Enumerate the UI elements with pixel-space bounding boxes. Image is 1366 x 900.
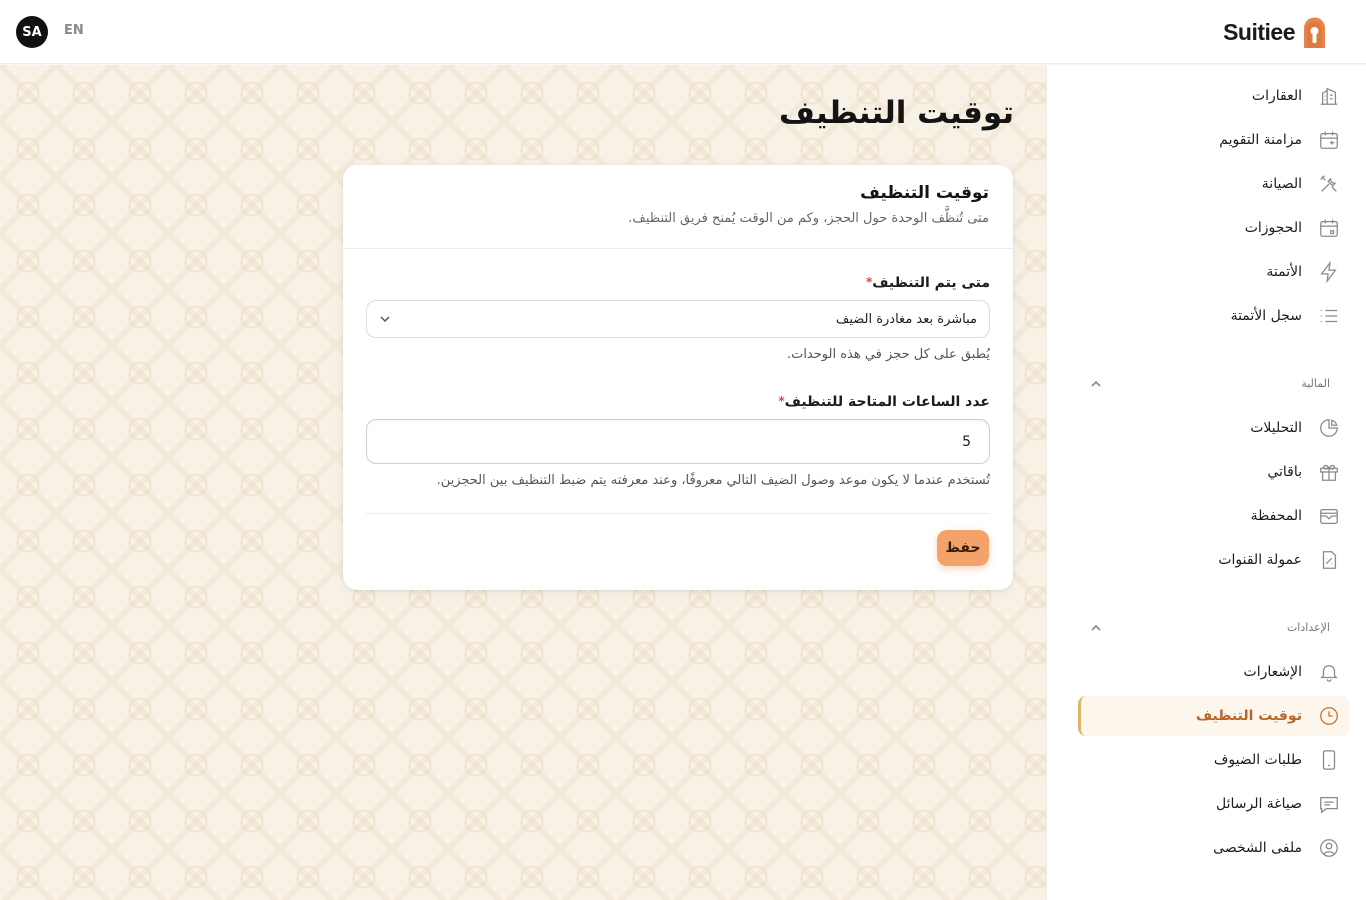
keyhole-logo-icon	[1304, 17, 1325, 48]
user-circle-icon	[1318, 837, 1340, 859]
card-body: متى يتم التنظيف* مباشرة بعد مغادرة الضيف…	[343, 249, 1013, 514]
sidebar-item-profile[interactable]: ملفى الشخصى	[1078, 828, 1350, 868]
sidebar-item-guest-requests[interactable]: طلبات الضيوف	[1078, 740, 1350, 780]
chevron-up-icon[interactable]	[1089, 376, 1103, 390]
sidebar-item-packages[interactable]: باقاتي	[1078, 452, 1350, 492]
sidebar-item-label: ملفى الشخصى	[1213, 840, 1302, 856]
sidebar-item-label: سجل الأتمتة	[1230, 308, 1302, 324]
chevron-up-icon[interactable]	[1089, 620, 1103, 634]
wallet-icon	[1318, 505, 1340, 527]
phone-icon	[1318, 749, 1340, 771]
sidebar-item-label: الصيانة	[1261, 176, 1302, 192]
calendar-icon	[1318, 217, 1340, 239]
cleaning-when-label-text: متى يتم التنظيف	[872, 275, 990, 291]
sidebar-item-label: الحجوزات	[1244, 220, 1302, 236]
sidebar-item-label: توقيت التنظيف	[1195, 708, 1302, 724]
cleaning-hours-value: 5	[962, 433, 971, 450]
sidebar-item-label: باقاتي	[1267, 464, 1302, 480]
user-avatar[interactable]: SA	[16, 16, 48, 48]
building-icon	[1318, 85, 1340, 107]
sidebar-item-properties[interactable]: العقارات	[1078, 76, 1350, 116]
sidebar-item-label: مزامنة التقويم	[1219, 132, 1302, 148]
cleaning-hours-helper: تُستخدم عندما لا يكون موعد وصول الضيف ال…	[436, 473, 990, 488]
card-subtitle: متى تُنظَّف الوحدة حول الحجز، وكم من الو…	[628, 211, 989, 226]
sidebar-item-label: العقارات	[1251, 88, 1302, 104]
sidebar-item-label: صياغة الرسائل	[1215, 796, 1302, 812]
sidebar-item-wallet[interactable]: المحفظة	[1078, 496, 1350, 536]
cleaning-when-label: متى يتم التنظيف*	[366, 275, 990, 291]
sidebar-item-label: الإشعارات	[1243, 664, 1302, 680]
tools-icon	[1318, 173, 1340, 195]
sidebar-item-message-templates[interactable]: صياغة الرسائل	[1078, 784, 1350, 824]
main-content: توقيت التنظيف توقيت التنظيف متى تُنظَّف …	[0, 65, 1046, 900]
section-label-finance: المالية	[1301, 377, 1330, 390]
top-bar: SA EN Suitiee	[0, 0, 1366, 64]
brand-logo[interactable]: Suitiee	[1223, 15, 1328, 49]
sidebar-item-cleaning-timing[interactable]: توقيت التنظيف	[1078, 696, 1350, 736]
sidebar-item-label: الأتمتة	[1266, 264, 1302, 280]
page-title: توقيت التنظيف	[779, 95, 1014, 131]
clock-icon	[1318, 705, 1340, 727]
sidebar-item-notifications[interactable]: الإشعارات	[1078, 652, 1350, 692]
lightning-icon	[1318, 261, 1340, 283]
section-label-settings: الإعدادات	[1286, 621, 1330, 634]
language-toggle[interactable]: EN	[64, 23, 84, 38]
divider	[366, 513, 990, 514]
cleaning-hours-input[interactable]: 5	[366, 419, 990, 464]
card-header: توقيت التنظيف متى تُنظَّف الوحدة حول الح…	[343, 165, 1013, 249]
cleaning-timing-card: توقيت التنظيف متى تُنظَّف الوحدة حول الح…	[343, 165, 1013, 590]
calendar-sync-icon	[1318, 129, 1340, 151]
pie-chart-icon	[1318, 417, 1340, 439]
sidebar-item-label: التحليلات	[1250, 420, 1302, 436]
cleaning-hours-label: عدد الساعات المتاحة للتنظيف*	[366, 394, 990, 410]
sidebar-item-automation[interactable]: الأتمتة	[1078, 252, 1350, 292]
list-icon	[1318, 305, 1340, 327]
chat-icon	[1318, 793, 1340, 815]
sidebar-item-label: طلبات الضيوف	[1213, 752, 1302, 768]
sidebar-item-maintenance[interactable]: الصيانة	[1078, 164, 1350, 204]
sidebar-item-analytics[interactable]: التحليلات	[1078, 408, 1350, 448]
sidebar-item-label: عمولة القنوات	[1218, 552, 1302, 568]
save-button[interactable]: حفظ	[937, 530, 989, 566]
sidebar-item-channel-commission[interactable]: عمولة القنوات	[1078, 540, 1350, 580]
bell-icon	[1318, 661, 1340, 683]
cleaning-hours-label-text: عدد الساعات المتاحة للتنظيف	[784, 394, 990, 410]
card-title: توقيت التنظيف	[860, 183, 989, 203]
sidebar-item-label: المحفظة	[1250, 508, 1302, 524]
sidebar: العقارات مزامنة التقويم الصيانة الحجوزات…	[1046, 65, 1366, 900]
percent-doc-icon	[1318, 549, 1340, 571]
cleaning-when-selected-value: مباشرة بعد مغادرة الضيف	[835, 311, 977, 327]
sidebar-item-automation-log[interactable]: سجل الأتمتة	[1078, 296, 1350, 336]
sidebar-item-bookings[interactable]: الحجوزات	[1078, 208, 1350, 248]
sidebar-item-calendar-sync[interactable]: مزامنة التقويم	[1078, 120, 1350, 160]
chevron-down-icon	[380, 316, 390, 323]
brand-name: Suitiee	[1223, 18, 1295, 45]
gift-icon	[1318, 461, 1340, 483]
cleaning-when-select[interactable]: مباشرة بعد مغادرة الضيف	[366, 300, 990, 338]
cleaning-when-helper: يُطبق على كل حجز في هذه الوحدات.	[786, 347, 990, 362]
